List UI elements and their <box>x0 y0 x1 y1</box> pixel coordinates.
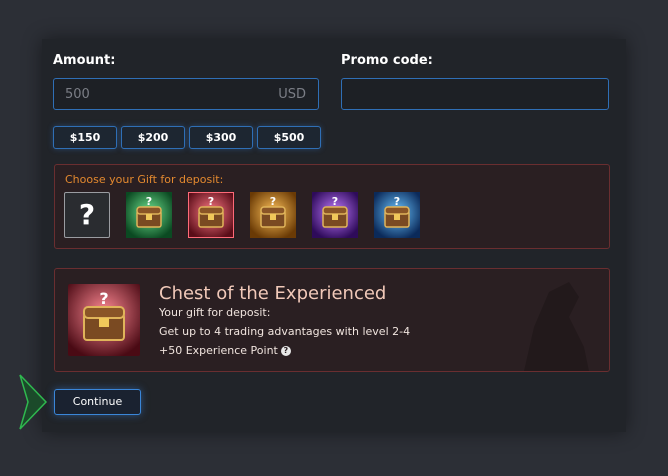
gift-selector: Choose your Gift for deposit: ? ? ? ? ? … <box>54 164 610 249</box>
selected-gift-title: Chest of the Experienced <box>159 283 387 304</box>
no-gift-option[interactable]: ? <box>64 192 110 238</box>
blue-chest-option[interactable]: ? <box>374 192 420 238</box>
deposit-panel: Amount: Promo code: 500 USD $150 $200 $3… <box>42 39 626 432</box>
amount-label: Amount: <box>53 53 116 68</box>
help-icon[interactable]: ? <box>280 346 291 356</box>
preset-150-button[interactable]: $150 <box>53 126 117 149</box>
question-mark-icon: ? <box>78 198 96 231</box>
green-chest-option[interactable]: ? <box>126 192 172 238</box>
chevron-right-icon <box>19 374 48 430</box>
amount-value: 500 <box>65 87 90 102</box>
svg-text:?: ? <box>394 195 400 208</box>
preset-200-button[interactable]: $200 <box>121 126 185 149</box>
orange-chest-option[interactable]: ? <box>250 192 296 238</box>
purple-chest-icon: ? <box>312 192 358 238</box>
svg-text:?: ? <box>332 195 338 208</box>
green-chest-icon: ? <box>126 192 172 238</box>
promo-code-label: Promo code: <box>341 53 433 68</box>
preset-500-button[interactable]: $500 <box>257 126 321 149</box>
background-silhouette <box>524 282 589 371</box>
gift-experience-line: +50 Experience Point? <box>159 344 291 357</box>
red-chest-icon: ? <box>188 192 234 238</box>
orange-chest-icon: ? <box>250 192 296 238</box>
gift-experience-text: +50 Experience Point <box>159 344 278 357</box>
svg-text:?: ? <box>146 195 152 208</box>
continue-button[interactable]: Continue <box>54 389 141 415</box>
promo-code-input[interactable] <box>341 78 609 110</box>
selected-chest-image: ? <box>68 284 140 356</box>
selected-gift-info: ? Chest of the Experienced Your gift for… <box>54 268 610 372</box>
svg-text:?: ? <box>270 195 276 208</box>
preset-300-button[interactable]: $300 <box>189 126 253 149</box>
red-chest-option[interactable]: ? <box>188 192 234 238</box>
svg-text:?: ? <box>208 195 214 208</box>
currency-label: USD <box>278 87 306 102</box>
red-chest-large-icon: ? <box>68 284 140 356</box>
gift-advantages-text: Get up to 4 trading advantages with leve… <box>159 325 411 338</box>
gift-title: Choose your Gift for deposit: <box>65 173 224 186</box>
purple-chest-option[interactable]: ? <box>312 192 358 238</box>
amount-input[interactable]: 500 USD <box>53 78 319 110</box>
blue-chest-icon: ? <box>374 192 420 238</box>
svg-text:?: ? <box>99 289 108 308</box>
gift-subtitle: Your gift for deposit: <box>159 306 271 319</box>
